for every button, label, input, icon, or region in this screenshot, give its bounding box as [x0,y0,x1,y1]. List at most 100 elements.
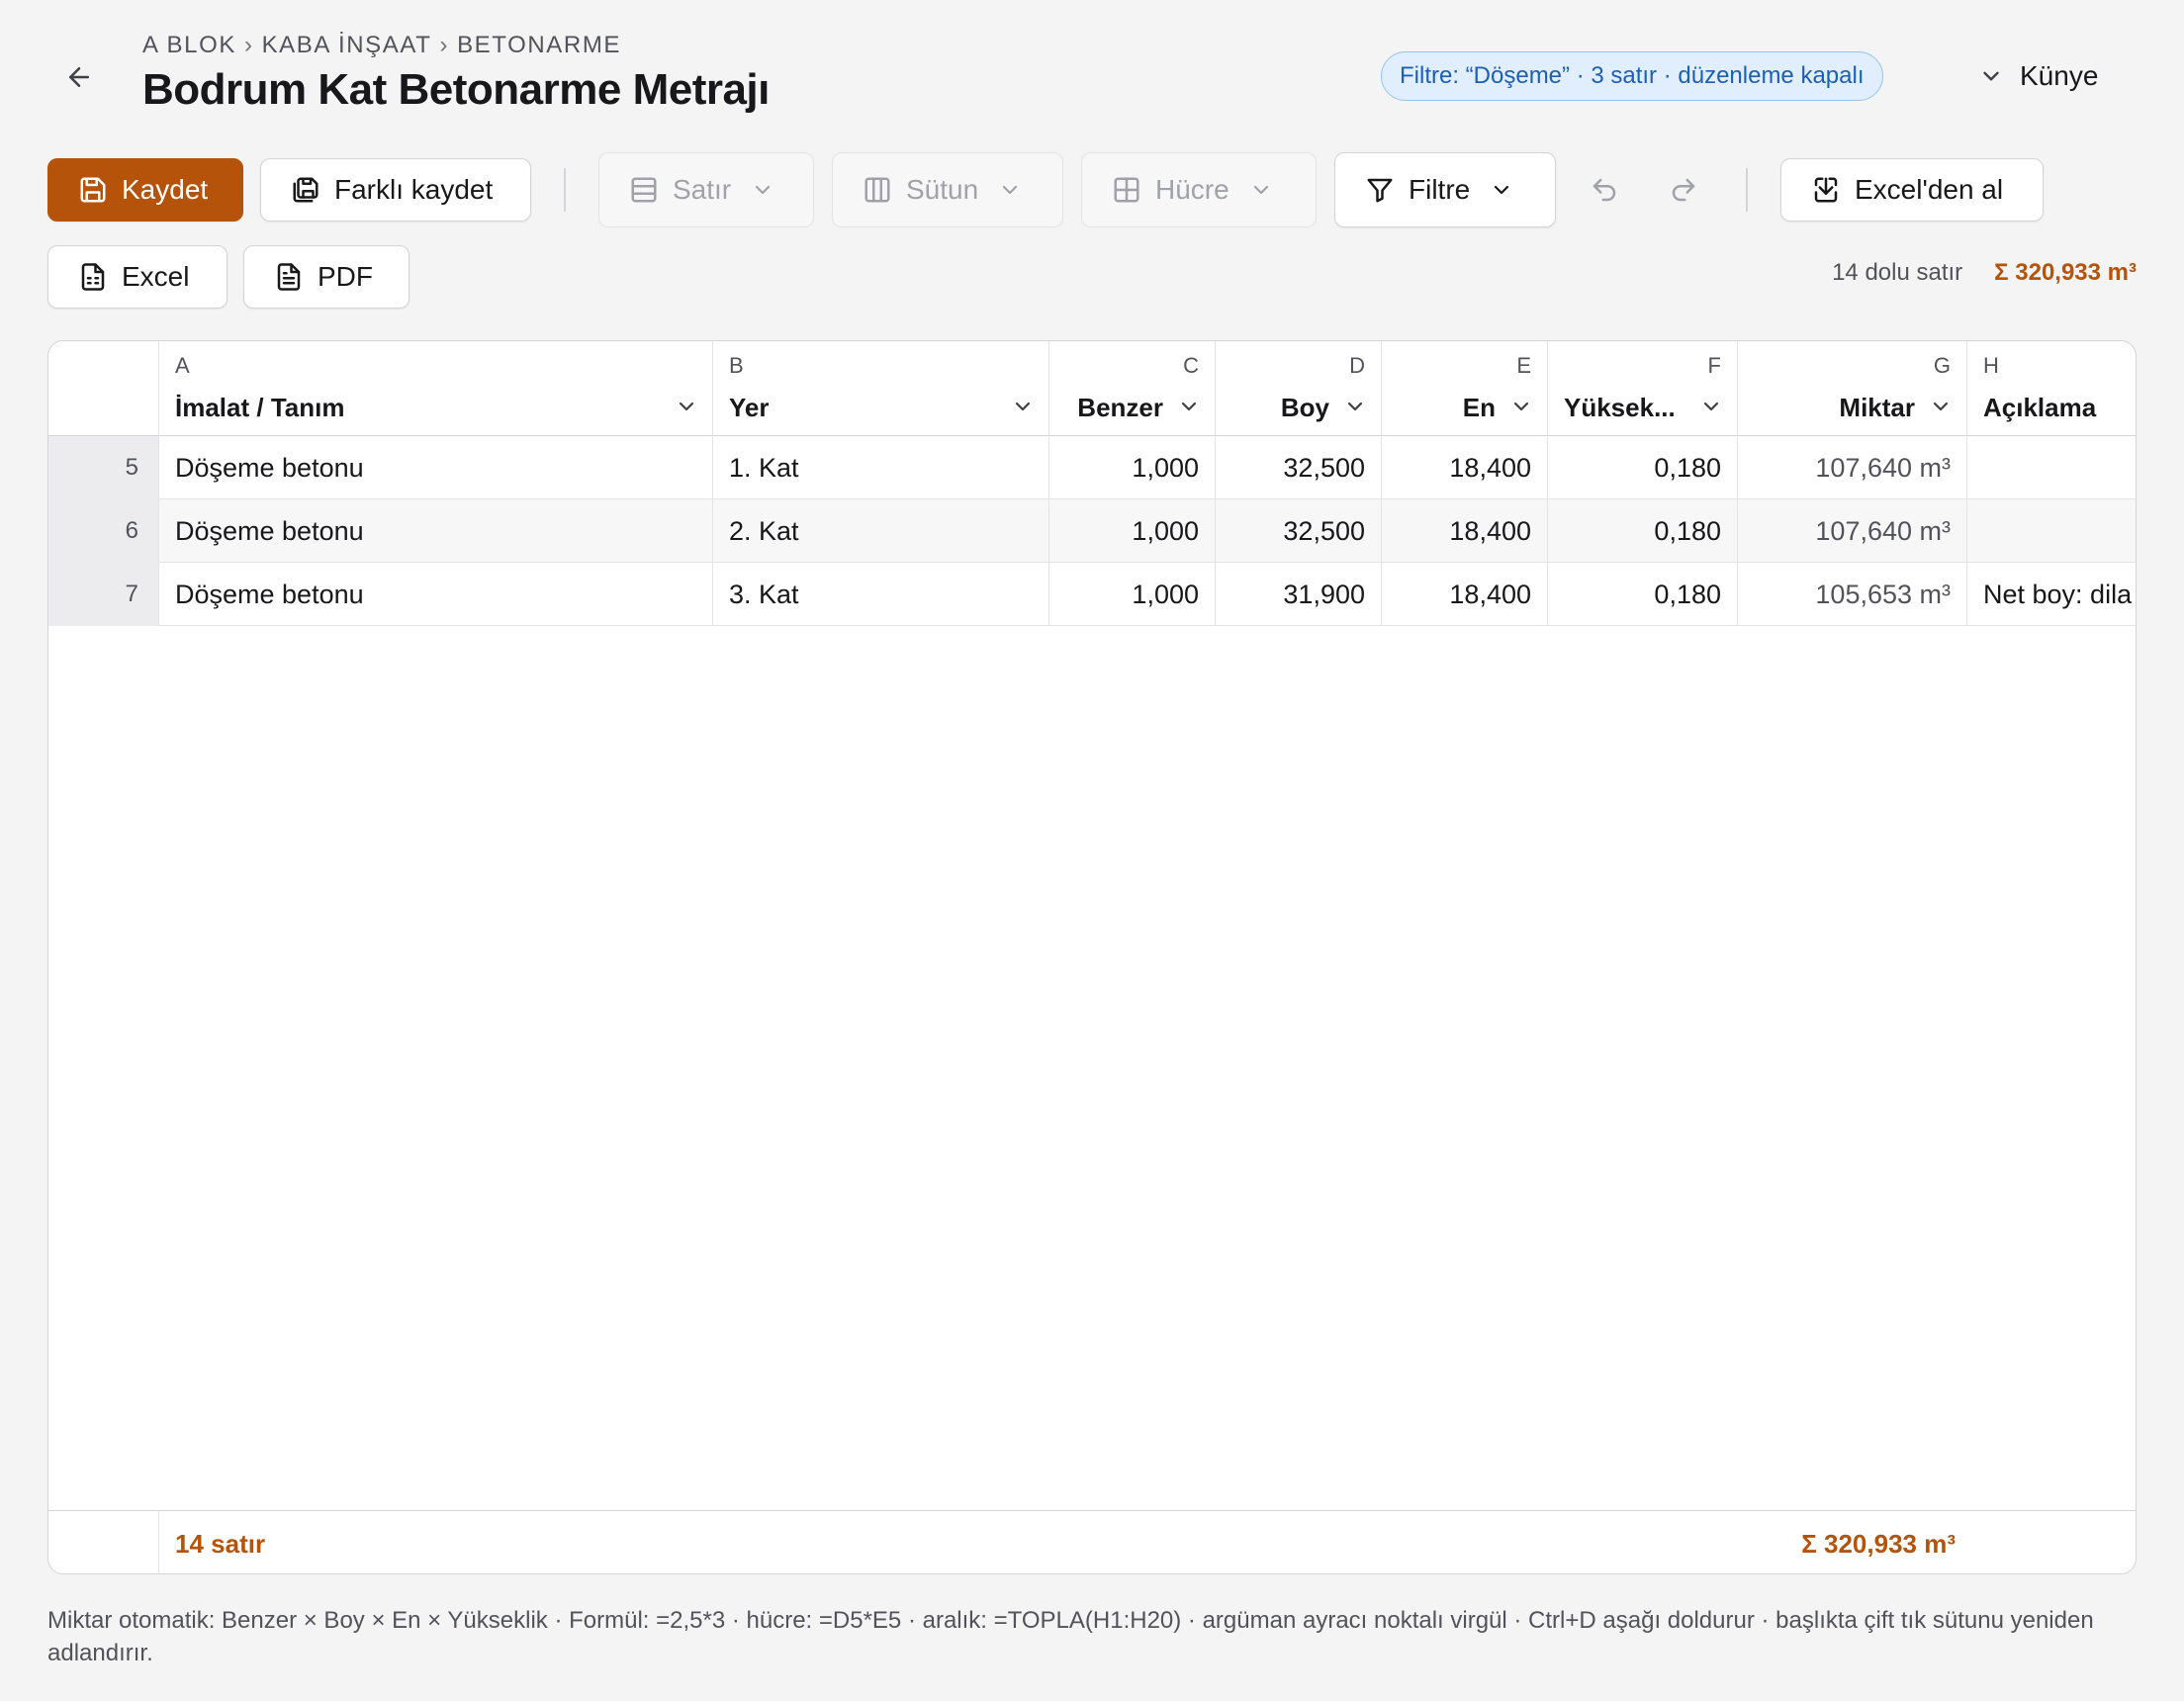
cell-imalat[interactable]: Döşeme betonu [159,499,713,563]
chevron-down-icon[interactable] [1929,395,1953,418]
column-letter: D [1349,353,1365,378]
column-letter: E [1516,353,1531,378]
rows-icon [631,177,657,203]
column-name[interactable]: Açıklama [1983,393,2096,423]
row-number[interactable]: 7 [48,563,159,626]
cell-en[interactable]: 18,400 [1382,563,1548,626]
cell-benzer[interactable]: 1,000 [1049,499,1216,563]
cell-en[interactable]: 18,400 [1382,499,1548,563]
row-menu-label: Satır [673,174,732,205]
cell-yer[interactable]: 3. Kat [713,563,1049,626]
column-header-d[interactable]: D Boy [1216,341,1382,436]
footer-gutter [48,1511,159,1573]
document-file-icon [277,263,301,291]
import-excel-label: Excel'den al [1855,174,2004,205]
column-header-b[interactable]: B Yer [713,341,1049,436]
chevron-down-icon[interactable] [1509,395,1533,418]
export-excel-button[interactable]: Excel [47,245,228,309]
save-button[interactable]: Kaydet [47,158,243,222]
column-letter: B [729,353,744,378]
column-name[interactable]: Miktar [1839,393,1915,423]
filter-menu-label: Filtre [1409,174,1471,205]
cell-miktar[interactable]: 107,640 m³ [1738,436,1967,499]
export-pdf-button[interactable]: PDF [243,245,410,309]
import-download-icon [1814,177,1838,203]
column-name[interactable]: Yer [729,393,770,423]
breadcrumb-separator: › [439,32,450,58]
table-row[interactable]: 5 Döşeme betonu 1. Kat 1,000 32,500 18,4… [48,436,2136,499]
column-header-c[interactable]: C Benzer [1049,341,1216,436]
kunye-toggle[interactable]: Künye [1978,51,2098,101]
column-header-e[interactable]: E En [1382,341,1548,436]
column-menu-button[interactable]: Sütun [832,152,1063,227]
column-header-f[interactable]: F Yüksek... [1548,341,1738,436]
cell-miktar[interactable]: 105,653 m³ [1738,563,1967,626]
column-header-a[interactable]: A İmalat / Tanım [159,341,713,436]
footer-total: Σ 320,933 m³ [1801,1529,1956,1559]
cell-yukseklik[interactable]: 0,180 [1548,563,1738,626]
column-letter: C [1183,353,1199,378]
cell-boy[interactable]: 31,900 [1216,563,1382,626]
arrow-left-icon [69,67,89,87]
breadcrumb-item[interactable]: KABA İNŞAAT [262,32,432,58]
back-button[interactable] [55,53,103,101]
cell-benzer[interactable]: 1,000 [1049,436,1216,499]
filter-menu-button[interactable]: Filtre [1334,152,1556,227]
column-name[interactable]: Yüksek... [1564,393,1676,423]
cell-imalat[interactable]: Döşeme betonu [159,436,713,499]
chevron-down-icon[interactable] [1699,395,1723,418]
chevron-down-icon [1983,71,1999,81]
column-name[interactable]: Benzer [1077,393,1163,423]
row-number[interactable]: 6 [48,499,159,563]
column-header-h[interactable]: H Açıklama [1967,341,2136,436]
chevron-down-icon[interactable] [1177,395,1201,418]
cell-boy[interactable]: 32,500 [1216,436,1382,499]
cell-aciklama[interactable] [1967,436,2136,499]
cell-yukseklik[interactable]: 0,180 [1548,499,1738,563]
save-icon [80,177,106,203]
cell-aciklama[interactable]: Net boy: dila [1967,563,2136,626]
total-quantity: Σ 320,933 m³ [1994,259,2137,286]
save-copy-icon [293,177,318,203]
filter-funnel-icon [1367,178,1393,203]
column-letter: G [1933,353,1951,378]
redo-button[interactable] [1660,166,1707,214]
row-number[interactable]: 5 [48,436,159,499]
spreadsheet-file-icon [81,263,105,291]
column-name[interactable]: İmalat / Tanım [175,393,344,423]
import-excel-button[interactable]: Excel'den al [1780,158,2044,222]
chevron-down-icon [756,185,771,195]
column-name[interactable]: Boy [1281,393,1329,423]
undo-button[interactable] [1581,166,1628,214]
save-as-button[interactable]: Farklı kaydet [260,158,531,222]
chevron-down-icon[interactable] [675,395,698,418]
cell-yukseklik[interactable]: 0,180 [1548,436,1738,499]
cell-yer[interactable]: 1. Kat [713,436,1049,499]
cell-miktar[interactable]: 107,640 m³ [1738,499,1967,563]
table-row[interactable]: 7 Döşeme betonu 3. Kat 1,000 31,900 18,4… [48,563,2136,626]
breadcrumb-item[interactable]: A BLOK [142,32,236,58]
breadcrumb-item[interactable]: BETONARME [457,32,621,58]
filled-row-count: 14 dolu satır [1832,259,1963,286]
chevron-down-icon[interactable] [1343,395,1367,418]
column-letter: F [1707,353,1721,378]
column-name[interactable]: En [1463,393,1496,423]
undo-icon [1592,178,1616,202]
column-menu-label: Sütun [906,174,979,205]
cell-imalat[interactable]: Döşeme betonu [159,563,713,626]
table-row[interactable]: 6 Döşeme betonu 2. Kat 1,000 32,500 18,4… [48,499,2136,563]
chevron-down-icon[interactable] [1011,395,1035,418]
chevron-down-icon [1253,185,1268,195]
cell-menu-button[interactable]: Hücre [1081,152,1317,227]
cell-yer[interactable]: 2. Kat [713,499,1049,563]
grid-cell-icon [1114,177,1139,203]
cell-benzer[interactable]: 1,000 [1049,563,1216,626]
cell-boy[interactable]: 32,500 [1216,499,1382,563]
columns-icon [864,177,890,203]
column-header-g[interactable]: G Miktar [1738,341,1967,436]
kunye-label: Künye [2020,60,2099,91]
breadcrumb-separator: › [243,32,254,58]
row-menu-button[interactable]: Satır [598,152,814,227]
cell-en[interactable]: 18,400 [1382,436,1548,499]
cell-aciklama[interactable] [1967,499,2136,563]
